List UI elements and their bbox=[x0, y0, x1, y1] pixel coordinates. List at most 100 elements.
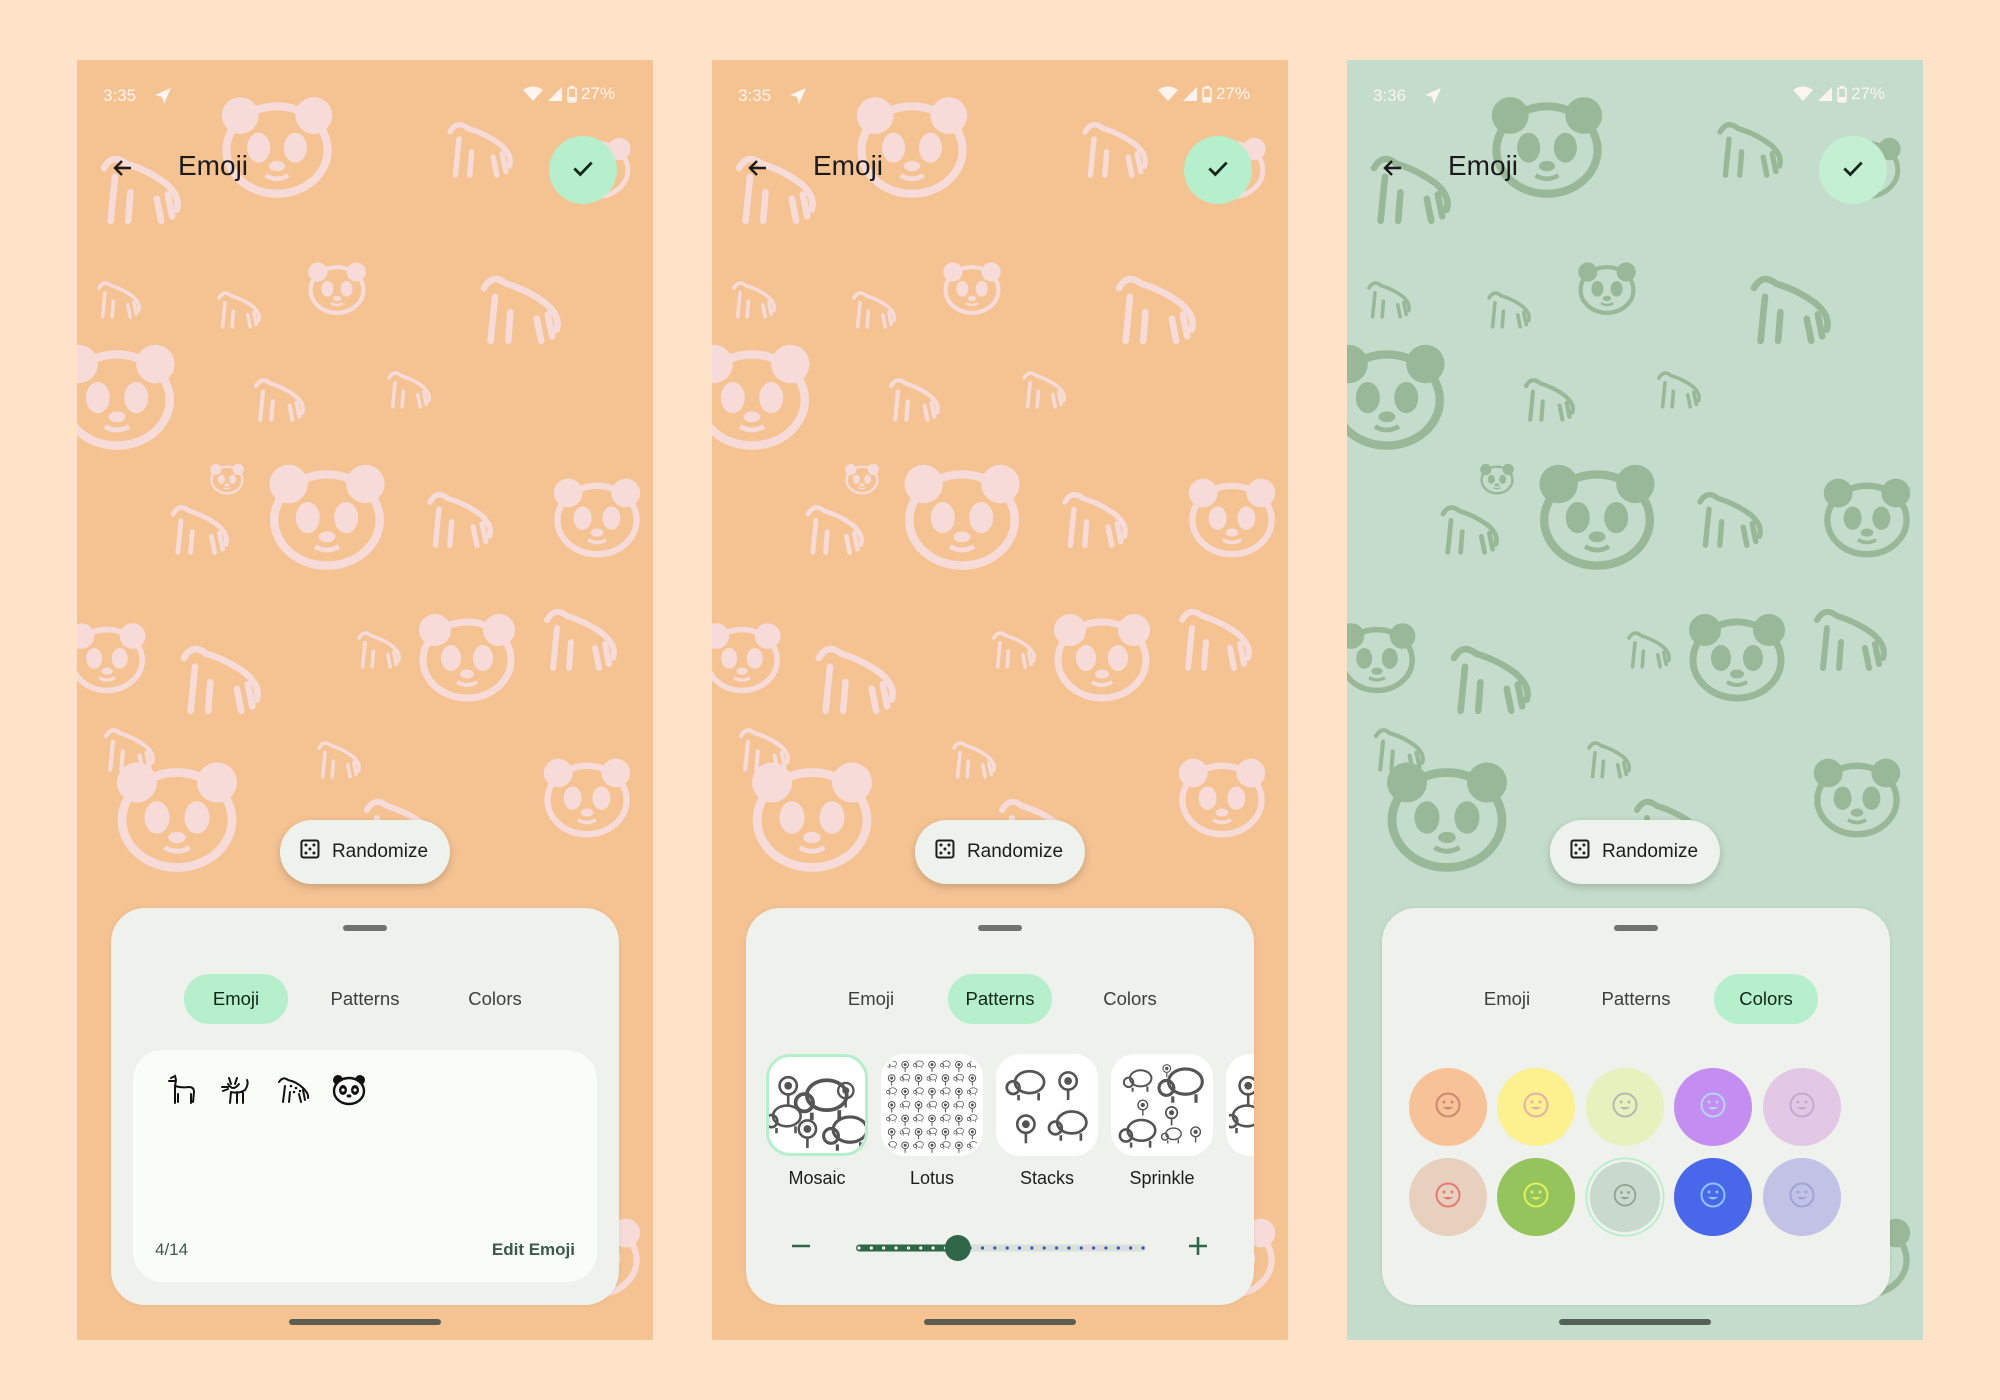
battery-icon bbox=[1202, 85, 1212, 103]
page-title: Emoji bbox=[178, 150, 249, 181]
app-bar: Emoji bbox=[712, 136, 1288, 204]
app-bar: Emoji bbox=[77, 136, 653, 204]
color-swatch[interactable] bbox=[1674, 1158, 1752, 1236]
color-swatch[interactable] bbox=[1409, 1068, 1487, 1146]
density-slider[interactable] bbox=[855, 1228, 1147, 1268]
randomize-button[interactable]: Randomize bbox=[279, 820, 451, 884]
tab-bar: Emoji Patterns Colors bbox=[111, 974, 619, 1024]
pattern-option-lotus[interactable]: Lotus bbox=[880, 1054, 984, 1189]
back-button[interactable] bbox=[99, 146, 147, 194]
gesture-navigation-bar[interactable] bbox=[924, 1319, 1076, 1325]
color-swatch[interactable] bbox=[1586, 1068, 1664, 1146]
smiley-icon bbox=[1788, 1181, 1816, 1214]
tab-emoji[interactable]: Emoji bbox=[819, 974, 923, 1024]
pattern-thumbnail bbox=[766, 1054, 868, 1156]
color-swatch[interactable] bbox=[1763, 1158, 1841, 1236]
signal-icon bbox=[1817, 86, 1833, 102]
color-swatch[interactable] bbox=[1497, 1068, 1575, 1146]
battery-percent: 27% bbox=[580, 84, 615, 103]
navigation-arrow-icon bbox=[153, 86, 173, 106]
slider-tick bbox=[1141, 1246, 1145, 1250]
slider-tick bbox=[906, 1246, 910, 1250]
tab-patterns[interactable]: Patterns bbox=[948, 974, 1052, 1024]
confirm-button[interactable] bbox=[1819, 136, 1887, 204]
slider-tick bbox=[1079, 1246, 1083, 1250]
color-swatch-grid[interactable] bbox=[1382, 1056, 1890, 1266]
battery-icon bbox=[567, 85, 577, 103]
smiley-icon bbox=[1699, 1181, 1727, 1214]
randomize-label: Randomize bbox=[331, 841, 429, 862]
slider-tick bbox=[980, 1246, 985, 1250]
color-swatch[interactable] bbox=[1409, 1158, 1487, 1236]
tab-emoji[interactable]: Emoji bbox=[1455, 974, 1559, 1024]
phone-screen-emoji-tab: 3:35 27% Emoji Randomize Emoji Patterns … bbox=[77, 60, 653, 1340]
tab-emoji[interactable]: Emoji bbox=[184, 974, 288, 1024]
decrease-density-button[interactable] bbox=[781, 1228, 821, 1268]
tab-patterns[interactable]: Patterns bbox=[313, 974, 417, 1024]
color-swatch[interactable] bbox=[1763, 1068, 1841, 1146]
smiley-icon bbox=[1699, 1091, 1727, 1124]
wifi-icon bbox=[1792, 86, 1813, 102]
wifi-icon bbox=[522, 86, 543, 102]
edit-emoji-button[interactable]: Edit Emoji bbox=[492, 1240, 575, 1260]
color-swatch[interactable] bbox=[1497, 1158, 1575, 1236]
arrow-back-icon bbox=[111, 156, 135, 185]
pattern-label: Stacks bbox=[1019, 1168, 1075, 1188]
plus-icon bbox=[1187, 1235, 1209, 1262]
color-swatch[interactable] bbox=[1589, 1161, 1661, 1233]
dice-icon bbox=[935, 839, 955, 865]
panda-emoji-icon[interactable] bbox=[331, 1072, 367, 1108]
selected-emoji-list bbox=[163, 1072, 367, 1108]
slider-tick bbox=[882, 1246, 886, 1250]
pattern-label: Mosaic bbox=[788, 1168, 846, 1188]
tab-patterns[interactable]: Patterns bbox=[1584, 974, 1688, 1024]
drag-handle[interactable] bbox=[1614, 925, 1658, 931]
llama-emoji-icon[interactable] bbox=[163, 1072, 199, 1108]
battery-icon bbox=[1837, 85, 1847, 103]
tab-colors[interactable]: Colors bbox=[1714, 974, 1818, 1024]
confirm-button[interactable] bbox=[549, 136, 617, 204]
pattern-option-stacks[interactable]: Stacks bbox=[995, 1054, 1099, 1189]
pattern-label: Sprinkle bbox=[1129, 1168, 1195, 1188]
bottom-sheet: Emoji Patterns Colors bbox=[1382, 908, 1890, 1305]
back-button[interactable] bbox=[1369, 146, 1417, 194]
increase-density-button[interactable] bbox=[1178, 1228, 1218, 1268]
page-title: Emoji bbox=[813, 150, 884, 181]
randomize-button[interactable]: Randomize bbox=[914, 820, 1086, 884]
smiley-icon bbox=[1434, 1181, 1462, 1214]
battery-percent: 27% bbox=[1215, 84, 1250, 103]
cat-emoji-icon[interactable] bbox=[219, 1072, 255, 1108]
tab-bar: Emoji Patterns Colors bbox=[746, 974, 1254, 1024]
slider-tick bbox=[1116, 1246, 1120, 1250]
smiley-icon bbox=[1522, 1091, 1550, 1124]
slider-tick bbox=[1017, 1246, 1022, 1250]
tab-colors[interactable]: Colors bbox=[1078, 974, 1182, 1024]
back-button[interactable] bbox=[734, 146, 782, 194]
pattern-option-partial[interactable] bbox=[1225, 1054, 1254, 1156]
tab-colors[interactable]: Colors bbox=[443, 974, 547, 1024]
slider-tick bbox=[869, 1246, 873, 1250]
smiley-icon bbox=[1612, 1182, 1637, 1212]
density-control bbox=[746, 1228, 1254, 1268]
status-bar: 3:36 27% bbox=[1347, 80, 1923, 110]
confirm-button[interactable] bbox=[1184, 136, 1252, 204]
pattern-carousel[interactable]: Mosaic Lotus Stacks Sprinkle bbox=[765, 1054, 1254, 1204]
gesture-navigation-bar[interactable] bbox=[289, 1319, 441, 1325]
leopard-emoji-icon[interactable] bbox=[275, 1072, 311, 1108]
status-time: 3:35 bbox=[738, 86, 772, 105]
slider-tick bbox=[1067, 1246, 1071, 1250]
navigation-arrow-icon bbox=[1423, 86, 1443, 106]
check-icon bbox=[570, 155, 596, 186]
drag-handle[interactable] bbox=[978, 925, 1022, 931]
slider-tick bbox=[1005, 1246, 1009, 1250]
gesture-navigation-bar[interactable] bbox=[1559, 1319, 1711, 1325]
color-swatch[interactable] bbox=[1674, 1068, 1752, 1146]
bottom-sheet: Emoji Patterns Colors Mosaic Lotus Stack… bbox=[746, 908, 1254, 1305]
randomize-button[interactable]: Randomize bbox=[1549, 820, 1721, 884]
status-time: 3:36 bbox=[1373, 86, 1407, 105]
drag-handle[interactable] bbox=[343, 925, 387, 931]
signal-icon bbox=[1182, 86, 1198, 102]
pattern-option-mosaic[interactable]: Mosaic bbox=[765, 1054, 869, 1189]
pattern-option-sprinkle[interactable]: Sprinkle bbox=[1110, 1054, 1214, 1189]
randomize-label: Randomize bbox=[966, 841, 1064, 862]
